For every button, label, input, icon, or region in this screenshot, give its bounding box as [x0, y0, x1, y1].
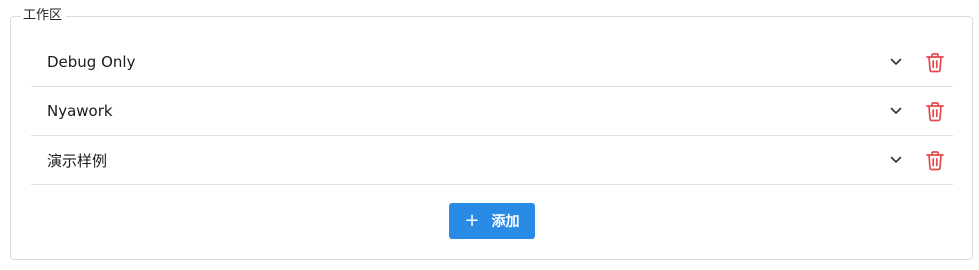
- add-button-label: 添加: [491, 214, 520, 230]
- trash-icon[interactable]: [924, 100, 946, 122]
- workspace-row-debug-only[interactable]: Debug Only: [31, 38, 953, 87]
- plus-icon: +: [464, 210, 480, 231]
- chevron-down-icon[interactable]: [889, 153, 903, 167]
- trash-icon[interactable]: [924, 51, 946, 73]
- workspace-row-demo[interactable]: 演示样例: [31, 136, 953, 185]
- section-legend: 工作区: [21, 8, 67, 24]
- workspace-row-nyawork[interactable]: Nyawork: [31, 87, 953, 136]
- chevron-down-icon[interactable]: [889, 104, 903, 118]
- chevron-down-icon[interactable]: [889, 55, 903, 69]
- workspace-label: Debug Only: [47, 53, 136, 71]
- workspace-label: 演示样例: [47, 151, 108, 170]
- workspace-label: Nyawork: [47, 102, 113, 120]
- trash-icon[interactable]: [924, 149, 946, 171]
- add-workspace-button[interactable]: + 添加: [449, 203, 535, 239]
- workspace-list: Debug Only Nyawork 演示样例: [31, 38, 953, 185]
